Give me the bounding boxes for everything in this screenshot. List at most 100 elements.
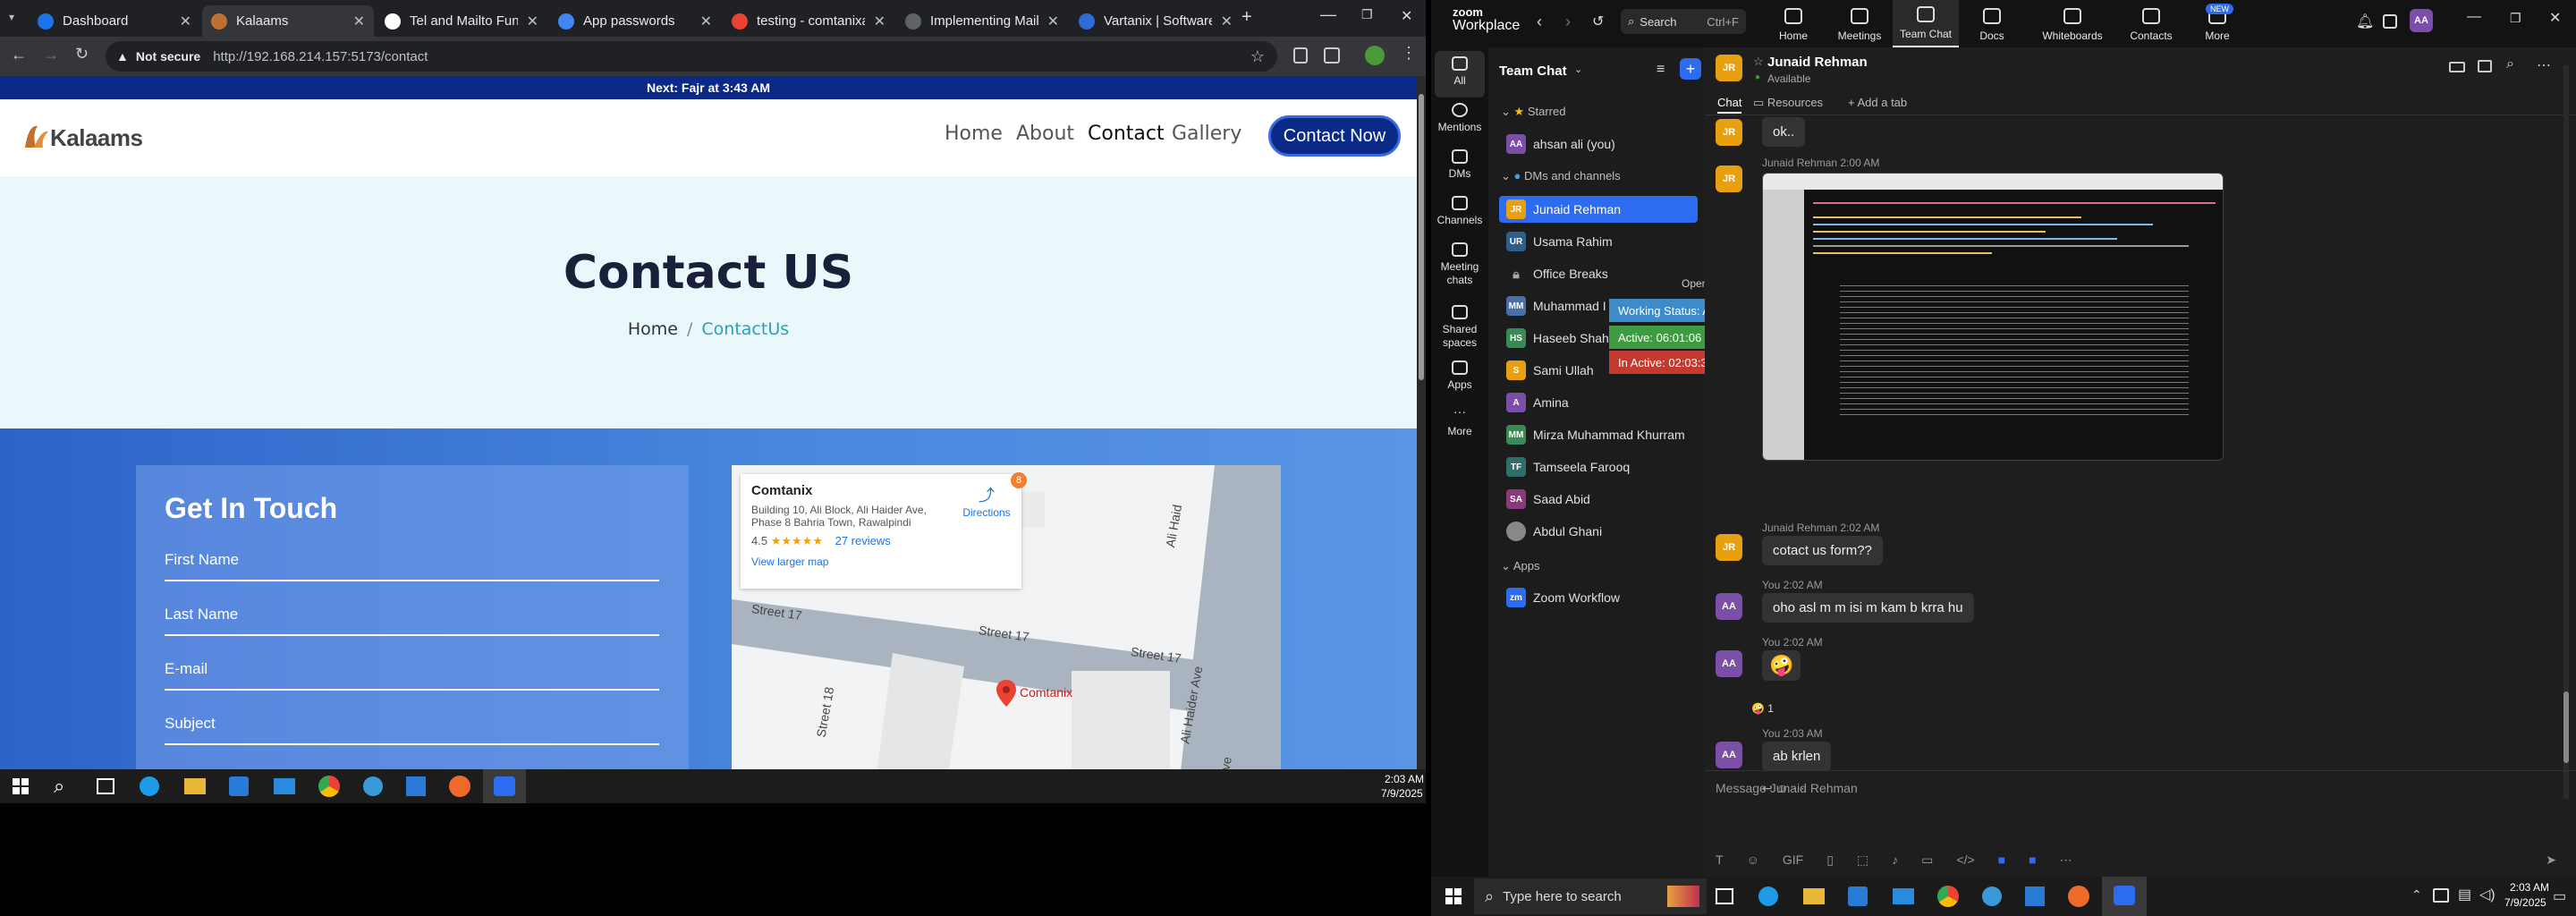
attach-icon[interactable]: ▯ — [1826, 852, 1834, 868]
vscode-icon[interactable] — [406, 776, 426, 796]
volume-icon[interactable]: ◁) — [2479, 886, 2496, 903]
history-icon[interactable]: ↺ — [1592, 13, 1604, 30]
url-text[interactable]: http://192.168.214.157:5173/contact — [213, 49, 428, 64]
rail-shared-spaces[interactable]: Shared spaces — [1431, 305, 1488, 350]
chat-item-usama[interactable]: UR Usama Rahim — [1499, 228, 1698, 255]
tab-home[interactable]: Home — [1760, 0, 1826, 47]
chat-item-saad[interactable]: SA Saad Abid — [1499, 486, 1698, 513]
tab-docs[interactable]: Docs — [1959, 0, 2025, 47]
back-icon[interactable]: ‹ — [1537, 13, 1542, 31]
screenshot-icon[interactable]: ⬚ — [1857, 852, 1868, 868]
edge-icon[interactable] — [1758, 886, 1778, 906]
rail-apps[interactable]: Apps — [1431, 360, 1488, 392]
zoom-taskbar-button[interactable] — [2102, 877, 2147, 916]
notifications-icon[interactable]: ▭ — [2553, 887, 2566, 905]
user-avatar[interactable]: AA — [2410, 9, 2433, 32]
emoji-icon[interactable]: ☺︎ — [1747, 852, 1759, 867]
section-dms[interactable]: ⌄ ● DMs and channels — [1501, 169, 1621, 183]
chrome-icon[interactable] — [1937, 886, 1959, 907]
chat-header-avatar[interactable]: JR — [1716, 55, 1742, 81]
tab-implementing-mailto[interactable]: Implementing Mailto ✕ — [896, 5, 1068, 37]
mail-icon[interactable] — [274, 778, 295, 794]
message-bubble[interactable]: cotact us form?? — [1762, 536, 1883, 565]
page-scrollbar[interactable] — [1417, 76, 1426, 769]
new-tab-icon[interactable]: + — [1241, 7, 1252, 28]
tab-team-chat[interactable]: Team Chat — [1893, 0, 1959, 47]
edge-icon[interactable] — [140, 776, 159, 796]
extension-icon[interactable] — [1293, 47, 1308, 64]
menu-icon[interactable]: ⋮ — [1401, 44, 1417, 63]
chat-item-ahsan[interactable]: AA ahsan ali (you) — [1499, 131, 1698, 157]
close-tab-icon[interactable]: ✕ — [700, 13, 712, 30]
bell-icon[interactable]: 🔔︎ — [2356, 13, 2374, 30]
close-tab-icon[interactable]: ✕ — [1047, 13, 1059, 30]
app-icon[interactable] — [1982, 886, 2002, 906]
task-view-icon[interactable] — [1716, 888, 1733, 904]
message-bubble[interactable]: oho asl m m isi m kam b krra hu — [1762, 593, 1974, 623]
tab-tel-mailto[interactable]: Tel and Mailto Functio ✕ — [376, 5, 547, 37]
maximize-icon[interactable]: ❐ — [1361, 7, 1373, 22]
close-tab-icon[interactable]: ✕ — [1221, 13, 1233, 30]
minimize-icon[interactable]: — — [1320, 5, 1336, 24]
search-icon[interactable]: ⌕ — [2506, 56, 2514, 72]
star-icon[interactable]: ☆ — [1753, 55, 1764, 69]
last-name-input[interactable]: Last Name — [165, 606, 659, 636]
tab-contacts[interactable]: Contacts — [2118, 0, 2184, 47]
chat-item-junaid[interactable]: JR Junaid Rehman — [1499, 196, 1698, 223]
chrome-icon[interactable] — [318, 776, 340, 797]
network-icon[interactable]: ▤ — [2458, 886, 2471, 903]
logo-text[interactable]: Kalaams — [50, 124, 143, 152]
gif-icon[interactable]: GIF — [1783, 852, 1803, 867]
close-window-icon[interactable]: ✕ — [1401, 7, 1412, 25]
video-call-icon[interactable] — [2449, 62, 2465, 72]
code-icon[interactable]: </> — [1956, 852, 1974, 867]
emoji-message[interactable]: 🤪 — [1762, 650, 1801, 681]
google-map[interactable]: Comtanix Building 10, Ali Block, Ali Hai… — [732, 465, 1281, 769]
rail-meeting-chats[interactable]: Meeting chats — [1431, 242, 1488, 287]
store-icon[interactable] — [1848, 886, 1868, 906]
section-starred[interactable]: ⌄ ★ Starred — [1501, 105, 1565, 119]
bookmark-star-icon[interactable]: ☆ — [1250, 47, 1265, 66]
app-icon[interactable] — [363, 776, 383, 796]
windows-start-icon[interactable] — [1445, 888, 1462, 904]
close-window-icon[interactable]: ✕ — [2549, 9, 2561, 27]
chat-item-tamseela[interactable]: TF Tamseela Farooq — [1499, 454, 1698, 480]
tab-testing[interactable]: testing - comtanixahs ✕ — [723, 5, 894, 37]
chevron-down-icon[interactable]: ⌄ — [1574, 64, 1582, 75]
chat-tab-resources[interactable]: ▭ Resources — [1753, 96, 1823, 110]
tab-app-passwords[interactable]: App passwords ✕ — [549, 5, 721, 37]
minimize-icon[interactable]: — — [2467, 9, 2481, 25]
app-icon[interactable]: ■ — [2029, 852, 2036, 867]
close-tab-icon[interactable]: ✕ — [874, 13, 886, 30]
tab-dashboard[interactable]: Dashboard ✕ — [29, 5, 200, 37]
section-apps[interactable]: ⌄ Apps — [1501, 559, 1539, 573]
search-icon[interactable]: ⌕ — [54, 775, 64, 798]
message-bubble[interactable]: ab krlen — [1762, 742, 1832, 771]
maximize-icon[interactable]: ❐ — [2510, 11, 2521, 26]
address-bar[interactable]: ▲ Not secure http://192.168.214.157:5173… — [106, 41, 1277, 72]
nav-gallery[interactable]: Gallery — [1172, 123, 1241, 145]
chat-item-office-breaks[interactable]: 🔒︎ Office Breaks — [1499, 260, 1698, 287]
format-icon[interactable]: T — [1716, 852, 1724, 867]
map-pin-icon[interactable] — [996, 680, 1016, 707]
reaction-badge[interactable]: 🤪 1 — [1751, 702, 1774, 715]
clock-date[interactable]: 7/9/2025 — [1381, 787, 1423, 800]
sidepanel-icon[interactable] — [1324, 47, 1340, 64]
rail-dms[interactable]: DMs — [1431, 149, 1488, 181]
filter-icon[interactable]: ≡ — [1657, 62, 1665, 78]
more-icon[interactable]: ⋯ — [2060, 852, 2072, 868]
chat-scrollbar[interactable] — [2563, 65, 2569, 799]
forward-icon[interactable]: › — [1565, 13, 1571, 31]
popout-icon[interactable] — [2478, 60, 2492, 72]
rail-all[interactable]: All — [1431, 56, 1488, 88]
clock-time[interactable]: 2:03 AM — [2510, 881, 2549, 894]
message-bubble[interactable]: ok.. — [1762, 117, 1806, 147]
windows-start-icon[interactable] — [13, 778, 29, 794]
battery-icon[interactable] — [2433, 888, 2449, 903]
zoom-search[interactable]: ⌕ Search Ctrl+F — [1621, 9, 1746, 34]
mail-icon[interactable] — [1893, 888, 1914, 904]
rail-channels[interactable]: Channels — [1431, 196, 1488, 227]
nav-about[interactable]: About — [1016, 123, 1074, 145]
reload-icon[interactable]: ↻ — [75, 45, 89, 64]
clock-date[interactable]: 7/9/2025 — [2504, 896, 2546, 909]
